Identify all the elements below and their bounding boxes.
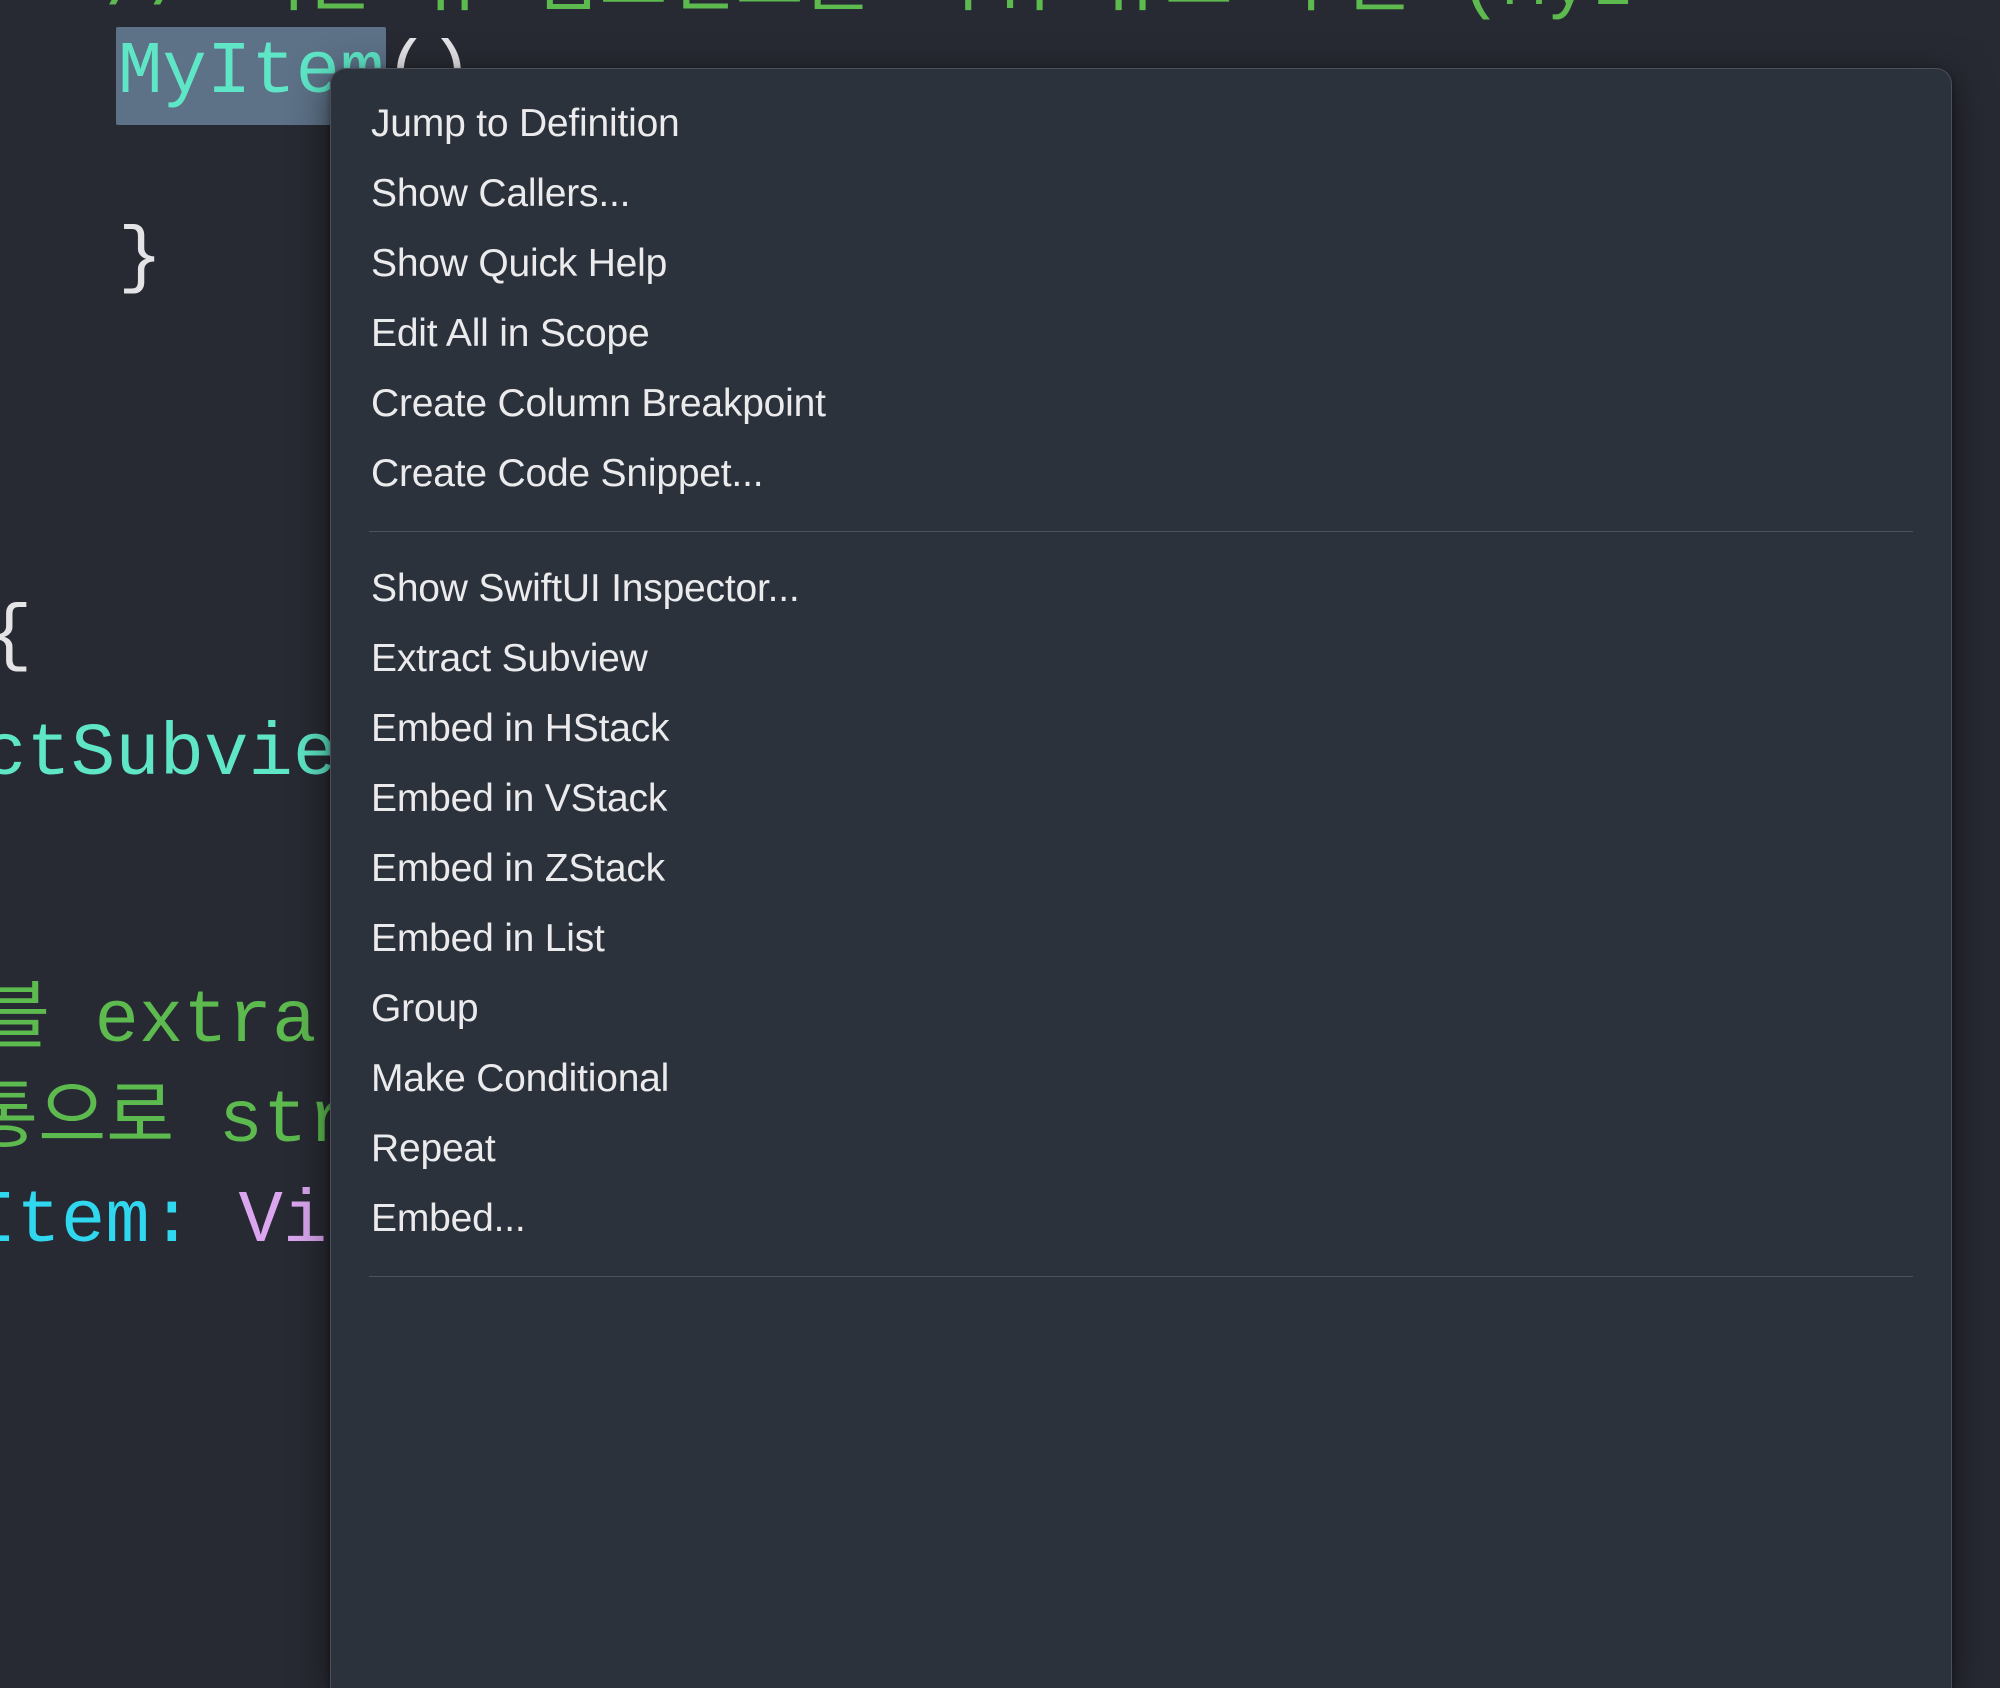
menu-item-make-conditional[interactable]: Make Conditional [331, 1044, 1951, 1114]
code-line-comment-extract: 블 extra [0, 980, 317, 1064]
menu-item-show-callers[interactable]: Show Callers... [331, 159, 1951, 229]
code-line-struct-decl: Item: Vi [0, 1185, 327, 1259]
menu-group-navigation: Jump to Definition Show Callers... Show … [331, 89, 1951, 509]
code-line-comment-korean: 통으로 str [0, 1080, 352, 1164]
menu-item-create-code-snippet[interactable]: Create Code Snippet... [331, 439, 1951, 509]
menu-item-jump-to-definition[interactable]: Jump to Definition [331, 89, 1951, 159]
menu-item-embed-in-vstack[interactable]: Embed in VStack [331, 764, 1951, 834]
code-line-close-brace: } [118, 217, 163, 301]
menu-item-embed-in-hstack[interactable]: Embed in HStack [331, 694, 1951, 764]
menu-item-create-column-breakpoint[interactable]: Create Column Breakpoint [331, 369, 1951, 439]
code-line-ctsubview: ctSubvie [0, 713, 338, 797]
menu-item-show-quick-help[interactable]: Show Quick Help [331, 229, 1951, 299]
menu-separator-top [369, 531, 1913, 532]
menu-item-embed[interactable]: Embed... [331, 1184, 1951, 1254]
menu-item-edit-all-in-scope[interactable]: Edit All in Scope [331, 299, 1951, 369]
code-line-open-brace: { [0, 600, 32, 674]
menu-item-embed-in-zstack[interactable]: Embed in ZStack [331, 834, 1951, 904]
menu-item-repeat[interactable]: Repeat [331, 1114, 1951, 1184]
struct-name-token: Item: [0, 1180, 195, 1264]
menu-group-swiftui: Show SwiftUI Inspector... Extract Subvie… [331, 554, 1951, 1254]
code-line-comment-top: // 기존 뷰 컴포넌트를 하위 뷰로 추출 (MyI [105, 0, 1635, 22]
context-menu[interactable]: Jump to Definition Show Callers... Show … [330, 68, 1952, 1688]
menu-item-show-swiftui-inspector[interactable]: Show SwiftUI Inspector... [331, 554, 1951, 624]
menu-item-embed-in-list[interactable]: Embed in List [331, 904, 1951, 974]
menu-item-group[interactable]: Group [331, 974, 1951, 1044]
protocol-token: Vi [238, 1180, 328, 1264]
menu-separator-bottom [369, 1276, 1913, 1277]
menu-item-extract-subview[interactable]: Extract Subview [331, 624, 1951, 694]
